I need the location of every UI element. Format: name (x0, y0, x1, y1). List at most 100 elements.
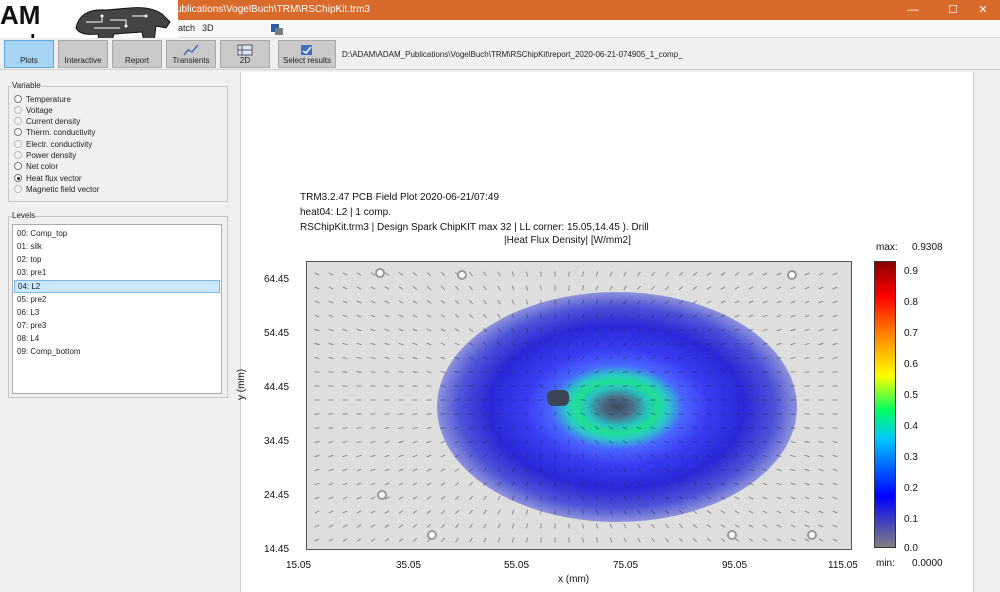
flux-arrow (525, 467, 529, 473)
radio-electr-conductivity[interactable]: Electr. conductivity (14, 140, 92, 149)
flux-arrow (426, 271, 432, 277)
flux-arrow (356, 510, 362, 514)
menu-item-3d[interactable]: 3D (202, 23, 214, 33)
flux-arrow (664, 468, 670, 472)
flux-arrow (790, 510, 796, 514)
plots-button[interactable]: Plots (4, 40, 54, 68)
flux-arrow (426, 342, 432, 346)
flux-arrow (426, 328, 432, 332)
level-item[interactable]: 05: pre2 (14, 294, 220, 307)
flux-arrow (776, 496, 782, 500)
level-item[interactable]: 08: L4 (14, 333, 220, 346)
heat-flux-field-plot[interactable] (306, 261, 852, 550)
flux-arrow (595, 467, 599, 473)
flux-arrow (412, 328, 418, 332)
app-icon[interactable] (270, 22, 284, 36)
flux-arrow (832, 524, 838, 528)
flux-arrow (554, 383, 556, 389)
flux-arrow (832, 538, 838, 542)
flux-arrow (734, 272, 740, 276)
flux-arrow (540, 271, 542, 277)
maximize-button[interactable]: ☐ (936, 0, 970, 20)
radio-voltage[interactable]: Voltage (14, 106, 53, 115)
minimize-button[interactable]: — (896, 0, 930, 20)
y-tick-label: 64.45 (264, 274, 290, 285)
2d-button[interactable]: 2D (220, 40, 270, 68)
flux-arrow (440, 482, 446, 486)
flux-arrow (706, 468, 712, 472)
radio-heat-flux-vector[interactable]: Heat flux vector (14, 174, 82, 183)
level-item[interactable]: 03: pre1 (14, 267, 220, 280)
level-item[interactable]: 07: pre3 (14, 320, 220, 333)
flux-arrow (692, 537, 698, 543)
flux-arrow (650, 342, 656, 346)
flux-arrow (412, 272, 418, 276)
report-button[interactable]: Report (112, 40, 162, 68)
select-results-button[interactable]: Select results (278, 40, 336, 68)
flux-arrow (356, 286, 362, 290)
flux-arrow (426, 482, 432, 486)
radio-therm-conductivity[interactable]: Therm. conductivity (14, 128, 95, 137)
flux-arrow (804, 371, 810, 373)
level-item[interactable]: 00: Comp_top (14, 228, 220, 241)
flux-arrow (482, 327, 488, 333)
flux-arrow (398, 538, 404, 542)
flux-arrow (636, 481, 642, 487)
level-item[interactable]: 01: silk (14, 241, 220, 254)
flux-arrow (454, 468, 460, 472)
flux-arrow (706, 371, 712, 373)
flux-arrow (804, 314, 810, 318)
flux-arrow (426, 427, 432, 429)
flux-arrow (511, 537, 515, 543)
flux-arrow (412, 427, 418, 429)
pad-marker (807, 530, 817, 540)
flux-arrow (818, 427, 824, 429)
close-button[interactable]: ✕ (966, 0, 1000, 20)
level-item[interactable]: 02: top (14, 254, 220, 267)
flux-arrow (440, 371, 446, 373)
radio-magnetic-field-vector[interactable]: Magnetic field vector (14, 185, 99, 194)
flux-arrow (540, 481, 542, 487)
levels-list[interactable]: 00: Comp_top 01: silk 02: top 03: pre1 0… (12, 224, 222, 394)
level-item[interactable]: 09: Comp_bottom (14, 346, 220, 359)
flux-arrow (748, 538, 754, 542)
flux-arrow (496, 342, 502, 346)
radio-label: Temperature (26, 95, 71, 104)
flux-arrow (398, 342, 404, 346)
flux-arrow (832, 329, 838, 331)
flux-arrow (370, 468, 376, 472)
flux-arrow (623, 285, 627, 291)
flux-arrow (567, 369, 571, 375)
app-window: ublications\VogelBuch\TRM\RSChipKit.trm3… (0, 0, 1000, 592)
x-tick-label: 115.05 (828, 560, 858, 571)
flux-arrow (314, 300, 320, 304)
radio-temperature[interactable]: Temperature (14, 95, 71, 104)
flux-arrow (370, 328, 376, 332)
flux-arrow (622, 370, 628, 374)
flux-arrow (623, 313, 627, 319)
radio-power-density[interactable]: Power density (14, 151, 76, 160)
flux-arrow (818, 314, 824, 318)
flux-arrow (706, 427, 712, 429)
level-item[interactable]: 06: L3 (14, 307, 220, 320)
flux-arrow (790, 441, 796, 443)
flux-arrow (314, 482, 320, 486)
radio-current-density[interactable]: Current density (14, 117, 80, 126)
flux-arrow (581, 439, 585, 445)
interactive-button[interactable]: Interactive (58, 40, 108, 68)
flux-arrow (790, 371, 796, 373)
transients-button[interactable]: Transients (166, 40, 216, 68)
flux-arrow (496, 385, 502, 387)
menu-item-batch[interactable]: atch (178, 23, 195, 33)
flux-arrow (636, 440, 642, 444)
flux-arrow (539, 439, 543, 445)
colorbar-tick: 0.9 (904, 266, 918, 277)
flux-arrow (370, 482, 376, 486)
flux-arrow (609, 523, 613, 529)
radio-net-color[interactable]: Net color (14, 162, 58, 171)
flux-arrow (412, 314, 418, 318)
flux-arrow (426, 413, 432, 415)
level-item-selected[interactable]: 04: L2 (14, 280, 220, 293)
flux-arrow (706, 328, 712, 332)
flux-arrow (594, 355, 600, 361)
